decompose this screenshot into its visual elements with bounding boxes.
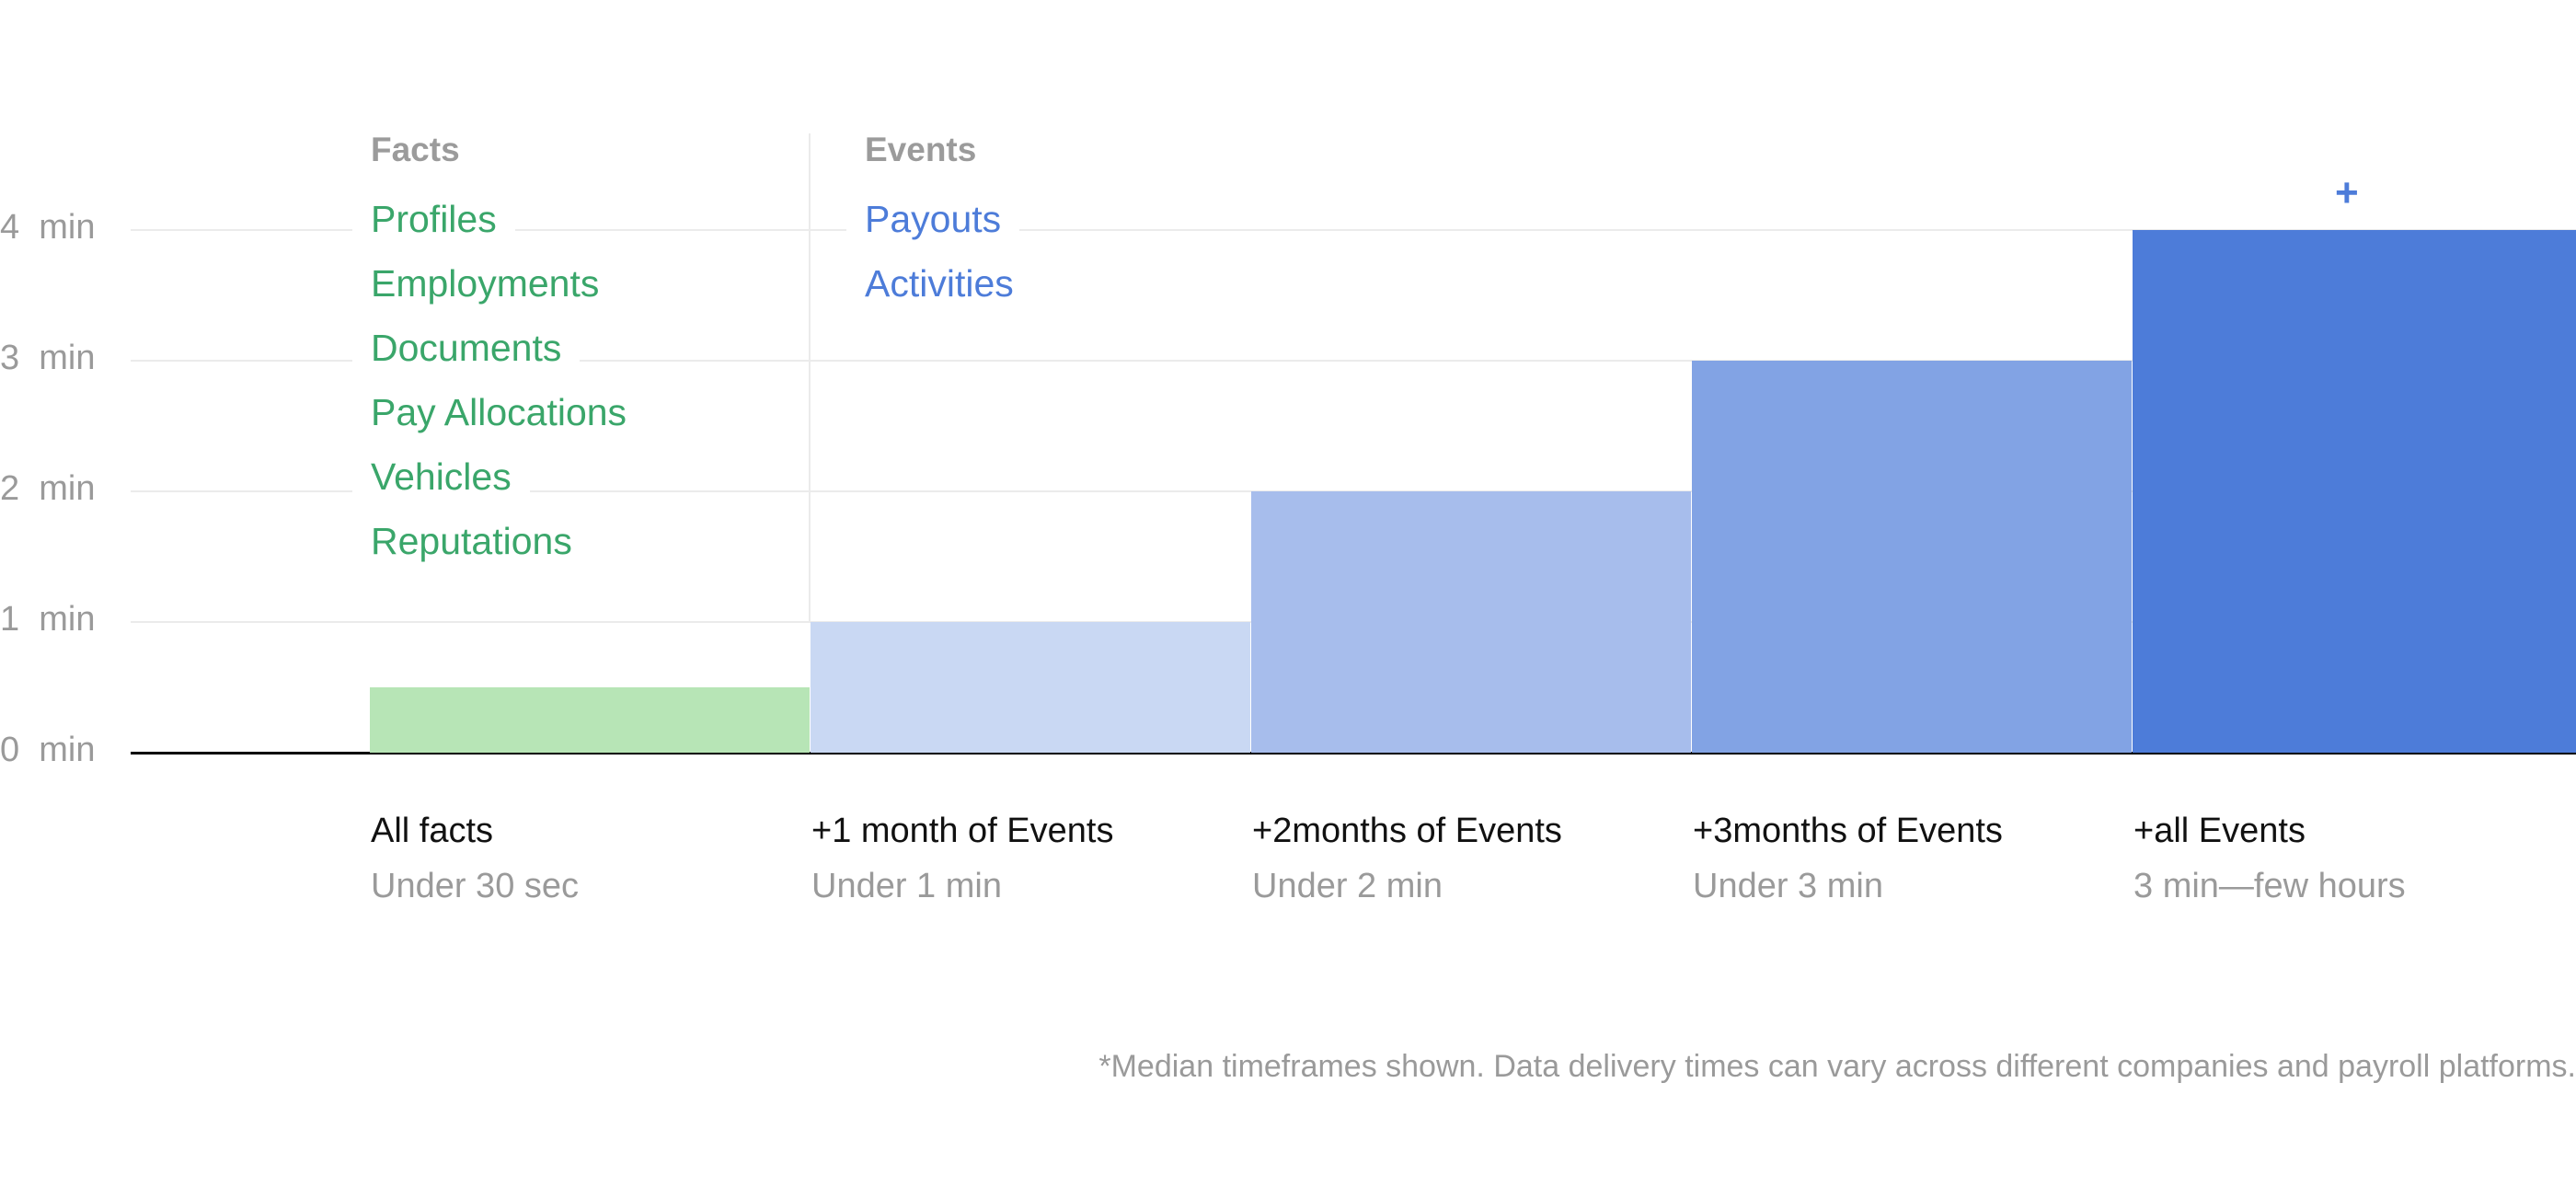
y-tick-label: 3 min: [0, 339, 96, 377]
bar-1: [370, 687, 810, 753]
legend-item: Vehicles: [352, 458, 530, 496]
category-label: +2months of Events: [1252, 812, 1562, 850]
y-tick-label: 0 min: [0, 731, 96, 769]
group-heading-events: Events: [865, 131, 977, 168]
legend-item: Pay Allocations: [352, 394, 646, 432]
category-timeframe: 3 min—few hours: [2133, 867, 2406, 905]
category-timeframe: Under 2 min: [1252, 867, 1443, 905]
group-divider: [809, 133, 811, 622]
footnote: *Median timeframes shown. Data delivery …: [1098, 1049, 2576, 1084]
legend-item: Reputations: [352, 523, 591, 560]
category-timeframe: Under 1 min: [811, 867, 1002, 905]
legend-item: Activities: [846, 265, 1032, 303]
category-label: +1 month of Events: [811, 812, 1114, 850]
legend-item: Employments: [352, 265, 618, 303]
bar-4: [1692, 361, 2132, 753]
bar-3: [1251, 491, 1691, 753]
bar-2: [811, 622, 1250, 753]
bar-chart: 0 min 1 min 2 min 3 min 4 min + Facts Profile…: [0, 0, 2576, 1198]
category-timeframe: Under 3 min: [1693, 867, 1883, 905]
legend-item: Documents: [352, 329, 581, 367]
y-tick-label: 1 min: [0, 600, 96, 639]
y-tick-label: 4 min: [0, 208, 96, 247]
category-label: All facts: [371, 812, 494, 850]
bar-5: [2133, 230, 2576, 753]
legend-item: Profiles: [352, 201, 515, 238]
category-label: +3months of Events: [1693, 812, 2003, 850]
plus-icon: +: [2335, 170, 2359, 215]
y-tick-label: 2 min: [0, 469, 96, 508]
group-heading-facts: Facts: [371, 131, 460, 168]
category-timeframe: Under 30 sec: [371, 867, 580, 905]
legend-item: Payouts: [846, 201, 1020, 238]
category-label: +all Events: [2133, 812, 2306, 850]
